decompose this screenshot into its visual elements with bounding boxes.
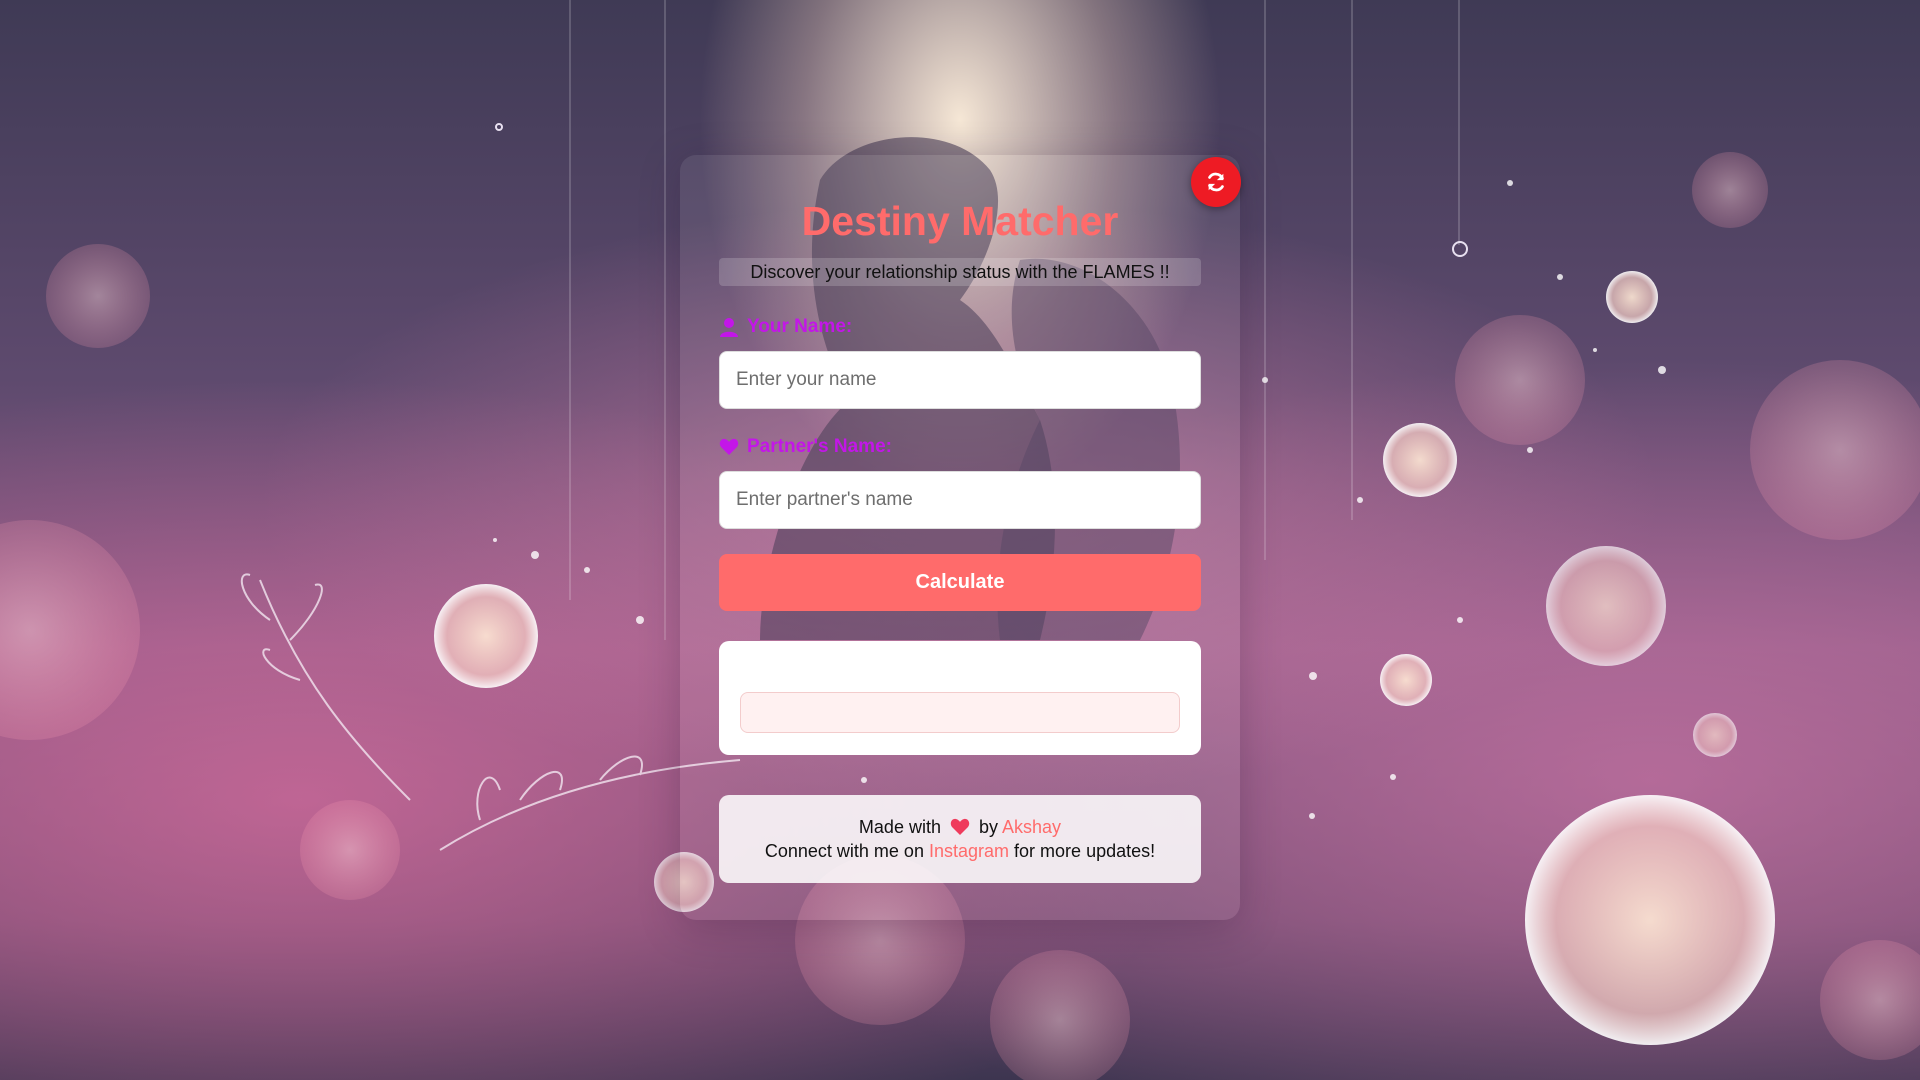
subtitle: Discover your relationship status with t…	[719, 258, 1201, 286]
your-name-label: Your Name:	[719, 316, 852, 338]
partner-name-label: Partner's Name:	[719, 436, 892, 458]
calculate-button[interactable]: Calculate	[719, 554, 1201, 611]
partner-name-input[interactable]	[719, 471, 1201, 529]
connect-prefix-text: Connect with me on	[764, 841, 924, 861]
heart-icon	[719, 438, 739, 455]
your-name-label-text: Your Name:	[747, 316, 853, 337]
partner-name-label-text: Partner's Name:	[747, 436, 892, 457]
footer: Made with by Akshay Connect with me on I…	[719, 795, 1201, 883]
refresh-icon	[1208, 172, 1224, 192]
result-output	[740, 692, 1180, 733]
instagram-link[interactable]: Instagram	[929, 841, 1009, 861]
footer-line-2: Connect with me on Instagram for more up…	[719, 839, 1201, 863]
author-link[interactable]: Akshay	[1002, 817, 1061, 837]
result-panel	[719, 641, 1201, 755]
heart-icon	[950, 818, 970, 835]
page-title: Destiny Matcher	[801, 198, 1119, 244]
by-text: by	[979, 817, 999, 837]
your-name-input[interactable]	[719, 351, 1201, 409]
made-with-text: Made with	[858, 817, 941, 837]
connect-suffix-text: for more updates!	[1014, 841, 1156, 861]
footer-line-1: Made with by Akshay	[719, 815, 1201, 839]
user-icon	[720, 318, 738, 337]
